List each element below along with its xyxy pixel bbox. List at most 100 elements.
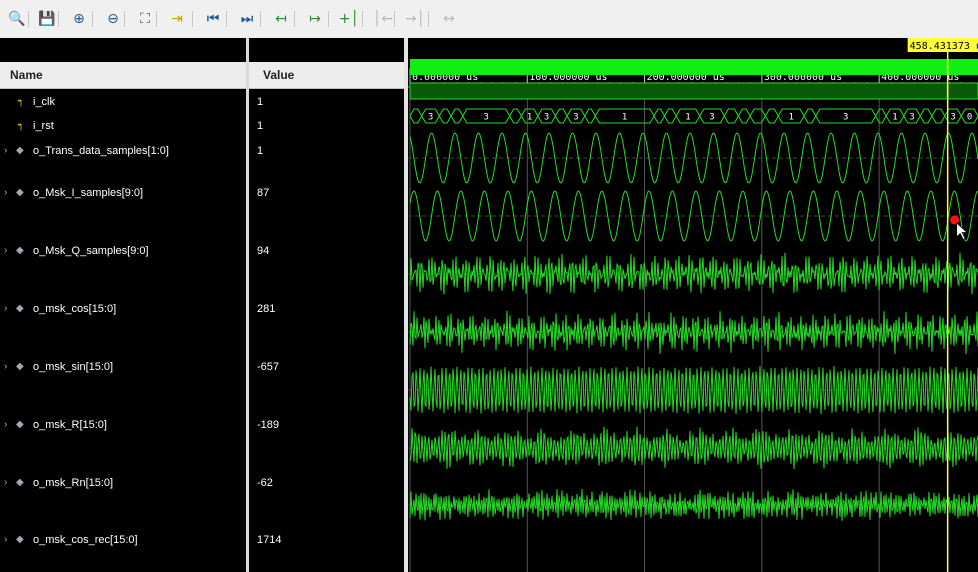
signal-row-o-msk-r[interactable]: › ◆ o_msk_R[15:0] xyxy=(0,419,246,433)
signal-value: 1 xyxy=(257,145,264,157)
bus-signal-icon: ◆ xyxy=(16,419,24,430)
bus-value-label: 1 xyxy=(622,113,627,123)
bus-segment[interactable] xyxy=(764,108,779,124)
expand-chevron-icon[interactable]: › xyxy=(4,477,7,488)
expand-chevron-icon[interactable]: › xyxy=(4,419,7,430)
go-to-cursor-icon[interactable]: ⇥ xyxy=(168,10,186,28)
bus-value-label: 3 xyxy=(909,113,914,123)
toolbar-separator xyxy=(428,11,429,27)
previous-transition-icon[interactable]: ↤ xyxy=(272,10,290,28)
next-transition-icon[interactable]: ↦ xyxy=(306,10,324,28)
bus-segment[interactable] xyxy=(584,108,596,124)
signal-name: o_msk_cos_rec[15:0] xyxy=(33,534,138,546)
toolbar-separator xyxy=(192,11,193,27)
toolbar-separator xyxy=(28,11,29,27)
toolbar-separator xyxy=(294,11,295,27)
zoom-fit-icon[interactable]: ⛶ xyxy=(136,10,154,28)
expand-chevron-icon[interactable]: › xyxy=(4,303,7,314)
previous-marker-icon[interactable]: │← xyxy=(373,10,393,28)
search-icon[interactable]: 🔍 xyxy=(8,10,26,28)
toolbar-separator xyxy=(124,11,125,27)
bus-segment[interactable] xyxy=(653,108,666,124)
signal-row-i-rst[interactable]: ┑ i_rst xyxy=(0,120,246,134)
bus-value-label: 1 xyxy=(527,113,532,123)
rst-waveform[interactable] xyxy=(409,82,978,100)
signal-row-o-msk-sin[interactable]: › ◆ o_msk_sin[15:0] xyxy=(0,361,246,375)
save-icon[interactable]: 💾 xyxy=(38,10,56,28)
go-to-last-time-icon[interactable]: ⏭ xyxy=(238,10,256,28)
bus-value-label: 1 xyxy=(892,113,897,123)
signal-name: i_rst xyxy=(33,120,54,132)
bus-value-label: 3 xyxy=(573,113,578,123)
toolbar-separator xyxy=(260,11,261,27)
bus-segment[interactable] xyxy=(509,108,522,124)
bus-segment[interactable] xyxy=(554,108,568,124)
toolbar-separator xyxy=(328,11,329,27)
signal-value: -657 xyxy=(257,361,280,373)
msk-sin-waveform[interactable] xyxy=(409,310,978,355)
signal-row-o-msk-cos[interactable]: › ◆ o_msk_cos[15:0] xyxy=(0,303,246,317)
bus-segment[interactable] xyxy=(409,108,423,124)
zoom-out-icon[interactable]: ⊖ xyxy=(104,10,122,28)
signal-row-o-msk-i-samples[interactable]: › ◆ o_Msk_I_samples[9:0] xyxy=(0,187,246,201)
expand-chevron-icon[interactable]: › xyxy=(4,187,7,198)
add-marker-icon[interactable]: +│ xyxy=(339,10,359,28)
bit-signal-icon: ┑ xyxy=(18,96,25,107)
bus-signal-icon: ◆ xyxy=(16,245,24,256)
bus-segment[interactable] xyxy=(438,108,452,124)
bus-segment[interactable] xyxy=(919,108,933,124)
signal-value: -189 xyxy=(257,419,280,431)
zoom-in-icon[interactable]: ⊕ xyxy=(70,10,88,28)
clk-waveform[interactable] xyxy=(410,59,978,75)
signal-row-o-msk-cos-rec[interactable]: › ◆ o_msk_cos_rec[15:0] xyxy=(0,534,246,548)
bus-segment[interactable] xyxy=(450,108,464,124)
toolbar-separator xyxy=(226,11,227,27)
bus-signal-icon: ◆ xyxy=(16,145,24,156)
signal-row-o-trans-data-samples[interactable]: › ◆ o_Trans_data_samples[1:0] xyxy=(0,145,246,159)
toolbar-separator xyxy=(58,11,59,27)
signal-name-pane: Name ┑ i_clk ┑ i_rst › ◆ o_Trans_data_samples[… xyxy=(0,38,246,572)
bus-segment[interactable] xyxy=(663,108,677,124)
expand-chevron-icon[interactable]: › xyxy=(4,534,7,545)
expand-chevron-icon[interactable]: › xyxy=(4,361,7,372)
signal-value: 1714 xyxy=(257,534,282,546)
signal-name: o_Msk_Q_samples[9:0] xyxy=(33,245,149,257)
bus-segment[interactable] xyxy=(803,108,817,124)
bus-signal-icon: ◆ xyxy=(16,187,24,198)
bus-signal-icon: ◆ xyxy=(16,303,24,314)
msk-rn-waveform[interactable] xyxy=(409,426,978,470)
bus-segment[interactable] xyxy=(749,108,766,124)
value-column-header[interactable]: Value xyxy=(249,62,404,89)
signal-row-o-msk-q-samples[interactable]: › ◆ o_Msk_Q_samples[9:0] xyxy=(0,245,246,259)
signal-name: i_clk xyxy=(33,96,56,108)
signal-name: o_Msk_I_samples[9:0] xyxy=(33,187,144,199)
signal-name: o_Trans_data_samples[1:0] xyxy=(33,145,169,157)
bus-value-label: 0 xyxy=(967,113,972,123)
bus-segment[interactable] xyxy=(737,108,751,124)
bus-segment[interactable] xyxy=(875,108,887,124)
waveform-canvas[interactable]: 0.000000 us 100.000000 us 200.000000 us 300… xyxy=(408,38,978,572)
expand-chevron-icon[interactable]: › xyxy=(4,245,7,256)
signal-name: o_msk_sin[15:0] xyxy=(33,361,114,373)
cursor-time-label: 458.431373 us xyxy=(910,41,978,52)
bus-segment[interactable] xyxy=(931,108,946,124)
bus-signal-icon: ◆ xyxy=(16,477,24,488)
toolbar-separator xyxy=(92,11,93,27)
bus-value-label: 3 xyxy=(843,113,848,123)
bus-segment[interactable] xyxy=(723,108,739,124)
swap-cursors-icon[interactable]: ↔ xyxy=(440,10,458,28)
go-to-time-0-icon[interactable]: ⏮ xyxy=(204,10,222,28)
signal-name: o_msk_Rn[15:0] xyxy=(33,477,114,489)
signal-value: -62 xyxy=(257,477,273,489)
next-marker-icon[interactable]: →│ xyxy=(405,10,425,28)
expand-chevron-icon[interactable]: › xyxy=(4,145,7,156)
signal-row-o-msk-rn[interactable]: › ◆ o_msk_Rn[15:0] xyxy=(0,477,246,491)
waveform-toolbar: 🔍 💾 ⊕ ⊖ ⛶ ⇥ ⏮ ⏭ ↤ ↦ +│ │← →│ ↔ xyxy=(0,0,978,39)
signal-row-i-clk[interactable]: ┑ i_clk xyxy=(0,96,246,110)
bus-value-label: 1 xyxy=(685,113,690,123)
value-column-label: Value xyxy=(263,68,295,82)
toolbar-separator xyxy=(394,11,395,27)
signal-name: o_msk_R[15:0] xyxy=(33,419,107,431)
name-column-header[interactable]: Name xyxy=(0,62,246,89)
signal-value: 281 xyxy=(257,303,276,315)
